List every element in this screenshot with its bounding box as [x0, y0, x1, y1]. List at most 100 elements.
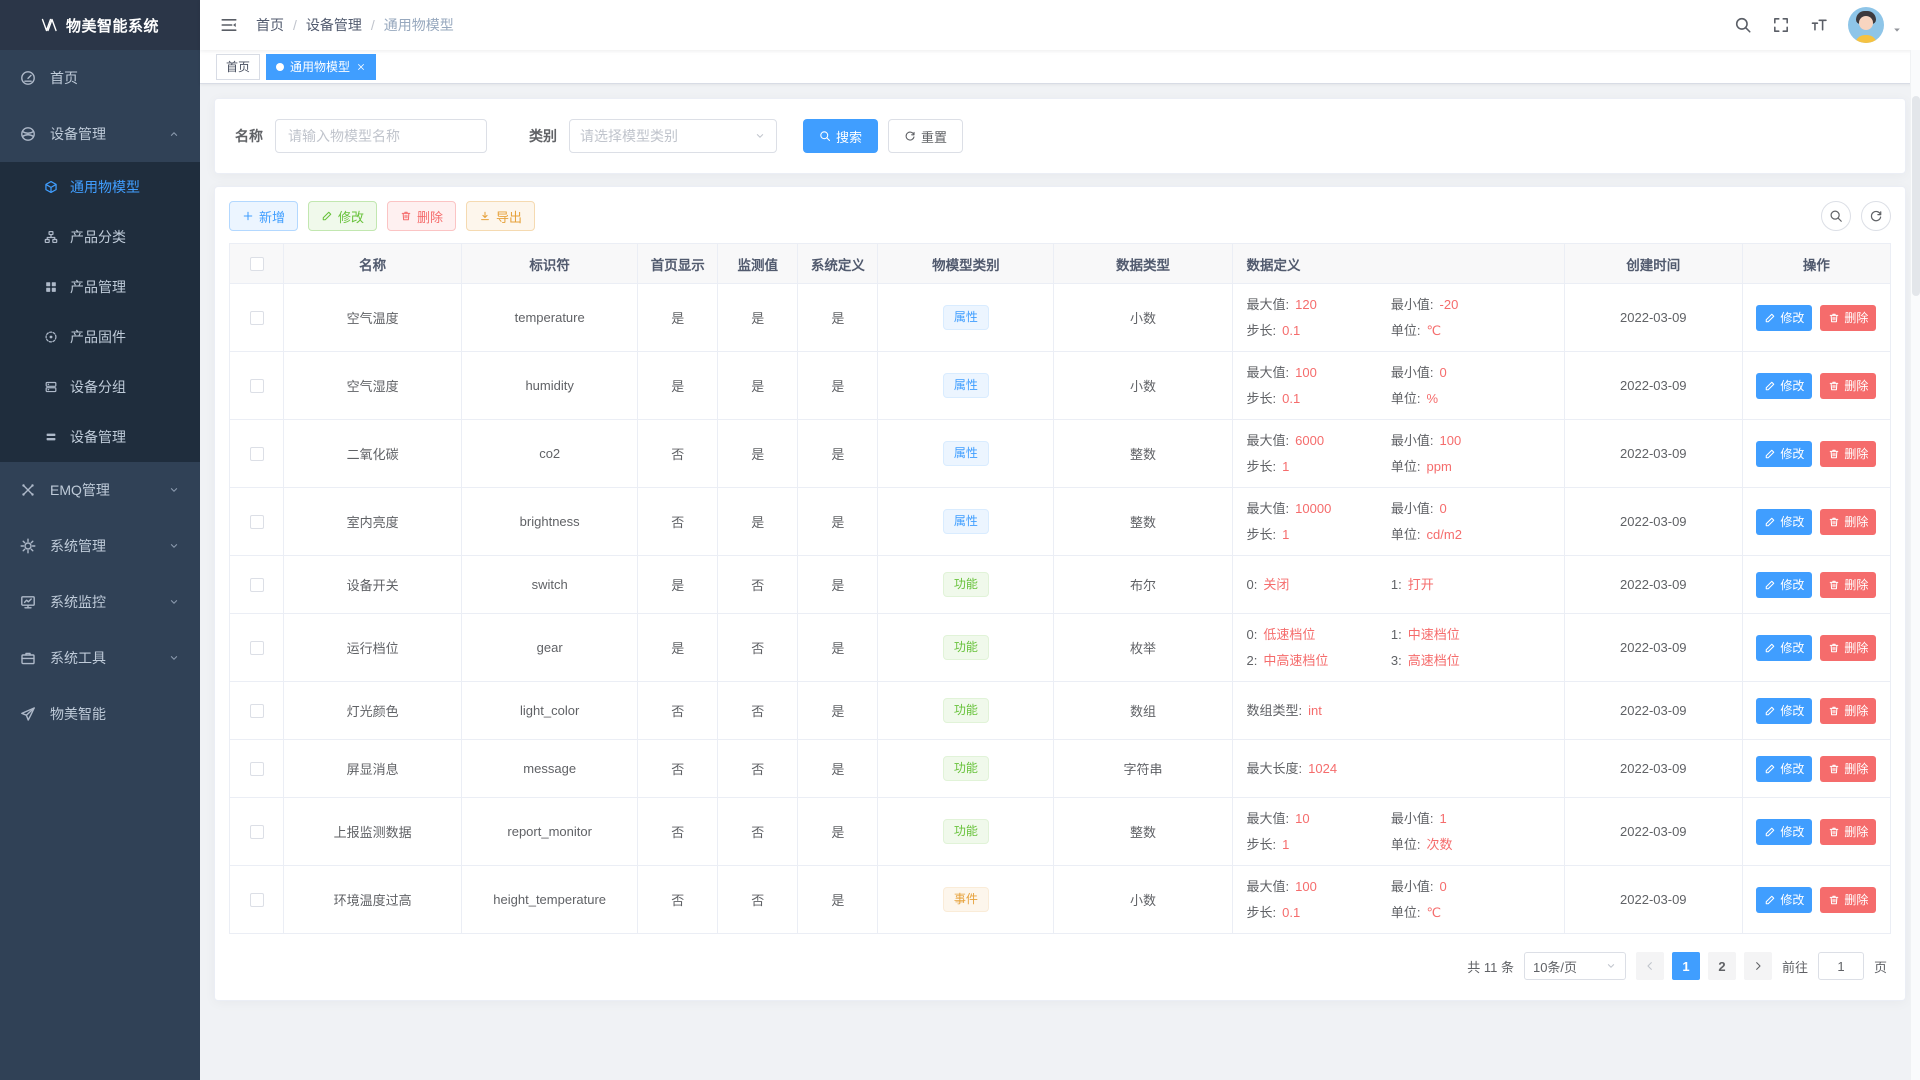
refresh-icon [904, 130, 916, 142]
fullscreen-icon[interactable] [1772, 16, 1790, 34]
edit-icon [1764, 579, 1776, 591]
select-all-checkbox[interactable] [250, 257, 264, 271]
sidebar-item-device-management[interactable]: 设备管理 [0, 106, 200, 162]
row-checkbox[interactable] [250, 825, 264, 839]
row-edit-button[interactable]: 修改 [1756, 509, 1812, 535]
row-delete-button[interactable]: 删除 [1820, 441, 1876, 467]
table-toolbar: 新增 修改 删除 导出 [229, 201, 1891, 231]
search-button[interactable]: 搜索 [803, 119, 878, 153]
sidebar-item-device-list[interactable]: 设备管理 [0, 412, 200, 462]
sidebar-item-thing-model[interactable]: 通用物模型 [0, 162, 200, 212]
avatar[interactable] [1848, 7, 1884, 43]
row-edit-button[interactable]: 修改 [1756, 819, 1812, 845]
edit-button[interactable]: 修改 [308, 201, 377, 231]
goto-page-input[interactable] [1818, 952, 1864, 980]
search-icon[interactable] [1734, 16, 1752, 34]
row-delete-button[interactable]: 删除 [1820, 887, 1876, 913]
cell-category: 属性 [878, 352, 1054, 420]
sidebar-item-home[interactable]: 首页 [0, 50, 200, 106]
reset-button[interactable]: 重置 [888, 119, 963, 153]
sidebar-item-device-group[interactable]: 设备分组 [0, 362, 200, 412]
data-def-item: 单位:ppm [1391, 456, 1554, 477]
chevron-up-icon [168, 128, 180, 140]
sidebar-toggle-icon[interactable] [208, 16, 250, 34]
prev-page-button[interactable] [1636, 952, 1664, 980]
view-tag-2[interactable]: 通用物模型 [266, 54, 376, 80]
data-def-value: cd/m2 [1427, 527, 1462, 542]
row-edit-button[interactable]: 修改 [1756, 305, 1812, 331]
row-checkbox[interactable] [250, 578, 264, 592]
sidebar-item-product-firmware[interactable]: 产品固件 [0, 312, 200, 362]
row-delete-button[interactable]: 删除 [1820, 572, 1876, 598]
cell-system-defined: 是 [798, 488, 878, 556]
cell-identifier: brightness [462, 488, 638, 556]
tool-icon [20, 650, 36, 666]
row-edit-button[interactable]: 修改 [1756, 441, 1812, 467]
row-checkbox[interactable] [250, 447, 264, 461]
row-checkbox[interactable] [250, 515, 264, 529]
cell-operations: 修改删除 [1742, 352, 1890, 420]
next-page-button[interactable] [1744, 952, 1772, 980]
name-filter-input[interactable] [275, 119, 487, 153]
data-def-item: 单位:cd/m2 [1391, 524, 1554, 545]
view-tag-1[interactable]: 首页 [216, 54, 260, 80]
edit-icon [1764, 448, 1776, 460]
scrollbar-track[interactable] [1910, 50, 1920, 1080]
page-size-select[interactable]: 10条/页 [1524, 952, 1626, 980]
caret-down-icon[interactable] [1892, 25, 1902, 35]
row-edit-button[interactable]: 修改 [1756, 373, 1812, 399]
row-delete-button[interactable]: 删除 [1820, 698, 1876, 724]
row-edit-button[interactable]: 修改 [1756, 635, 1812, 661]
close-icon[interactable] [356, 62, 366, 72]
cell-category: 功能 [878, 614, 1054, 682]
cell-monitor-value: 是 [718, 488, 798, 556]
sidebar-item-product-category[interactable]: 产品分类 [0, 212, 200, 262]
page-button-2[interactable]: 2 [1708, 952, 1736, 980]
row-edit-button[interactable]: 修改 [1756, 887, 1812, 913]
trash-icon [1828, 826, 1840, 838]
cell-name: 空气温度 [284, 284, 462, 352]
delete-button[interactable]: 删除 [387, 201, 456, 231]
add-button[interactable]: 新增 [229, 201, 298, 231]
row-checkbox[interactable] [250, 641, 264, 655]
row-checkbox[interactable] [250, 762, 264, 776]
refresh-table-button[interactable] [1861, 201, 1891, 231]
sidebar-item-label: 产品分类 [70, 227, 126, 247]
row-edit-button[interactable]: 修改 [1756, 572, 1812, 598]
data-def-value: 1 [1440, 811, 1447, 826]
row-checkbox[interactable] [250, 704, 264, 718]
row-delete-button[interactable]: 删除 [1820, 635, 1876, 661]
row-checkbox[interactable] [250, 311, 264, 325]
row-edit-button[interactable]: 修改 [1756, 698, 1812, 724]
sidebar-item-system-tools[interactable]: 系统工具 [0, 630, 200, 686]
row-delete-button[interactable]: 删除 [1820, 819, 1876, 845]
edit-icon [1764, 705, 1776, 717]
column-header-8: 数据定义 [1232, 244, 1564, 284]
breadcrumb-item-home[interactable]: 首页 [256, 15, 284, 35]
page-button-1[interactable]: 1 [1672, 952, 1700, 980]
row-delete-button[interactable]: 删除 [1820, 305, 1876, 331]
cell-data-type: 小数 [1054, 866, 1232, 934]
row-checkbox[interactable] [250, 379, 264, 393]
sidebar-item-system-monitor[interactable]: 系统监控 [0, 574, 200, 630]
data-def-item: 步长:0.1 [1247, 388, 1391, 409]
toggle-search-button[interactable] [1821, 201, 1851, 231]
breadcrumb-item-device-management[interactable]: 设备管理 [306, 15, 362, 35]
row-checkbox[interactable] [250, 893, 264, 907]
row-edit-button[interactable]: 修改 [1756, 756, 1812, 782]
font-size-icon[interactable] [1810, 16, 1828, 34]
row-delete-button[interactable]: 删除 [1820, 756, 1876, 782]
sidebar-item-product-management[interactable]: 产品管理 [0, 262, 200, 312]
row-delete-button[interactable]: 删除 [1820, 373, 1876, 399]
row-checkbox-cell [230, 556, 284, 614]
sidebar-item-system-management[interactable]: 系统管理 [0, 518, 200, 574]
sidebar-item-wumei-smart[interactable]: 物美智能 [0, 686, 200, 742]
sidebar-item-label: 物美智能 [50, 704, 106, 724]
sidebar-item-emq-management[interactable]: EMQ管理 [0, 462, 200, 518]
export-button[interactable]: 导出 [466, 201, 535, 231]
app-logo[interactable]: 物美智能系统 [0, 0, 200, 50]
dashboard-icon [20, 70, 36, 86]
scrollbar-thumb[interactable] [1912, 96, 1920, 296]
row-delete-button[interactable]: 删除 [1820, 509, 1876, 535]
category-filter-select[interactable]: 请选择模型类别 [569, 119, 777, 153]
